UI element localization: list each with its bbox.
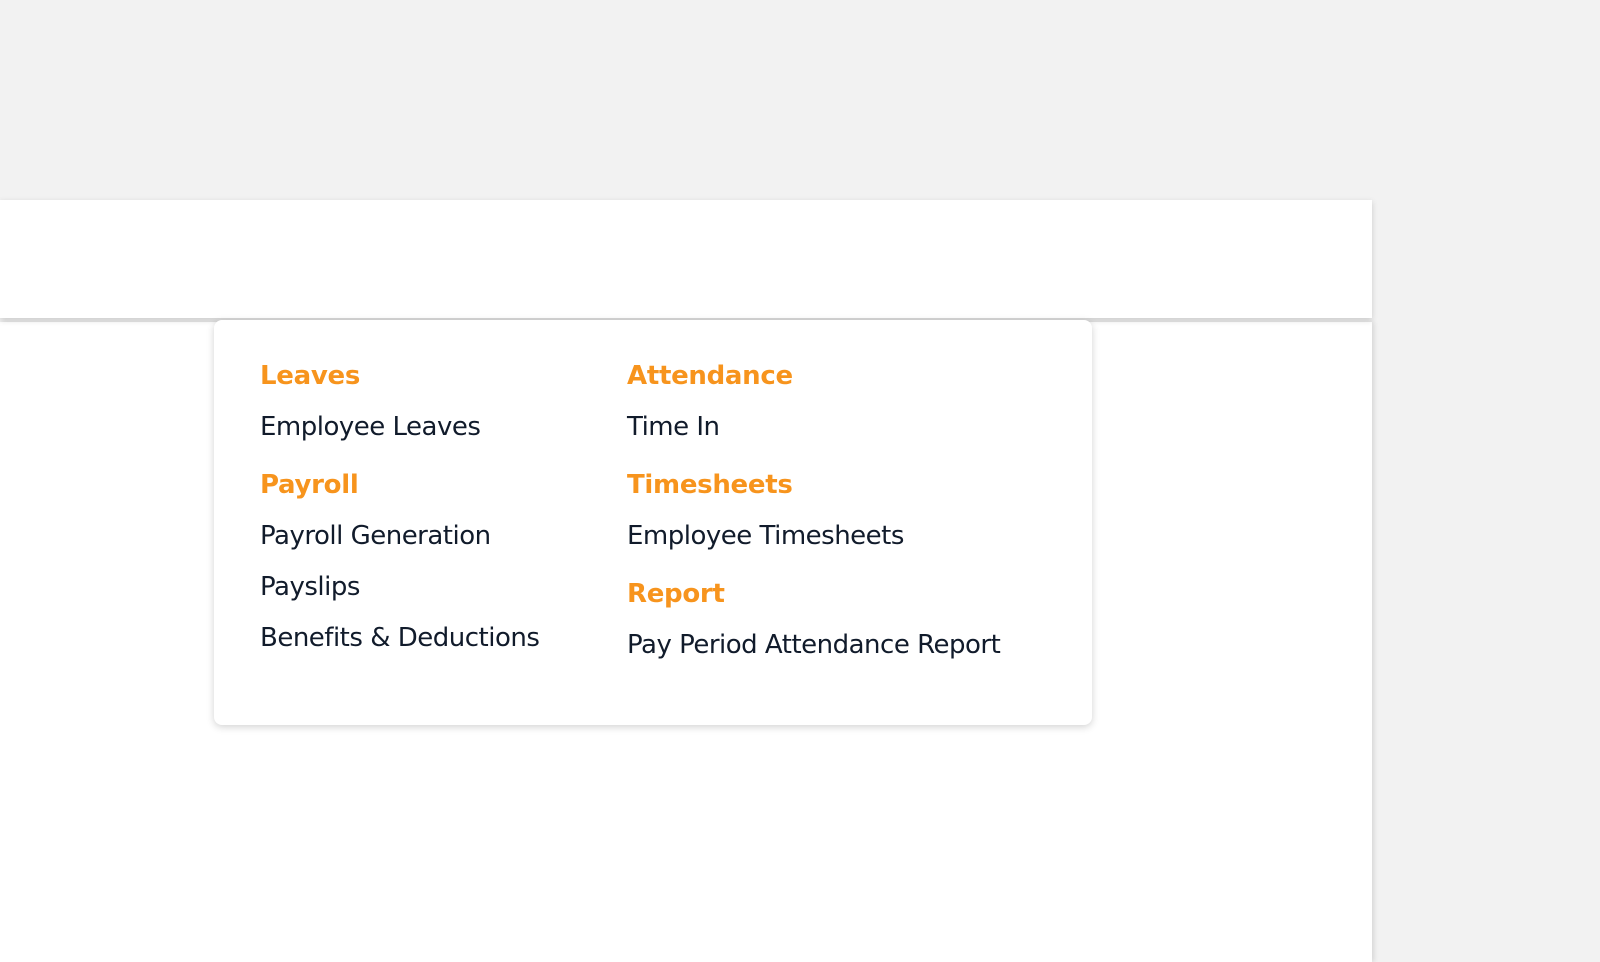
menu-group-attendance: Attendance Time In — [627, 358, 1000, 445]
menu-group-report: Report Pay Period Attendance Report — [627, 576, 1001, 663]
dropdown-column-right: Attendance Time In Timesheets Employee T… — [627, 358, 1001, 685]
menu-group-leaves: Leaves Employee Leaves — [260, 358, 539, 445]
menu-item-benefits-deductions[interactable]: Benefits & Deductions — [260, 620, 540, 656]
top-navbar — [0, 200, 1372, 318]
team-dropdown-menu: Leaves Employee Leaves Payroll Payroll G… — [214, 320, 1092, 725]
menu-item-payroll-generation[interactable]: Payroll Generation — [260, 518, 539, 554]
group-title-leaves: Leaves — [260, 361, 361, 391]
menu-group-timesheets: Timesheets Employee Timesheets — [627, 467, 1000, 554]
menu-item-payslips[interactable]: Payslips — [260, 569, 539, 605]
menu-group-payroll: Payroll Payroll Generation Payslips Bene… — [260, 467, 540, 656]
group-title-attendance: Attendance — [627, 361, 793, 391]
menu-item-pay-period-attendance-report[interactable]: Pay Period Attendance Report — [627, 627, 1001, 663]
group-title-payroll: Payroll — [260, 470, 359, 500]
menu-item-employee-timesheets[interactable]: Employee Timesheets — [627, 518, 1000, 554]
menu-item-time-in[interactable]: Time In — [627, 409, 1000, 445]
group-title-report: Report — [627, 579, 725, 609]
group-title-timesheets: Timesheets — [627, 470, 793, 500]
menu-item-employee-leaves[interactable]: Employee Leaves — [260, 409, 539, 445]
dropdown-column-left: Leaves Employee Leaves Payroll Payroll G… — [260, 358, 540, 678]
